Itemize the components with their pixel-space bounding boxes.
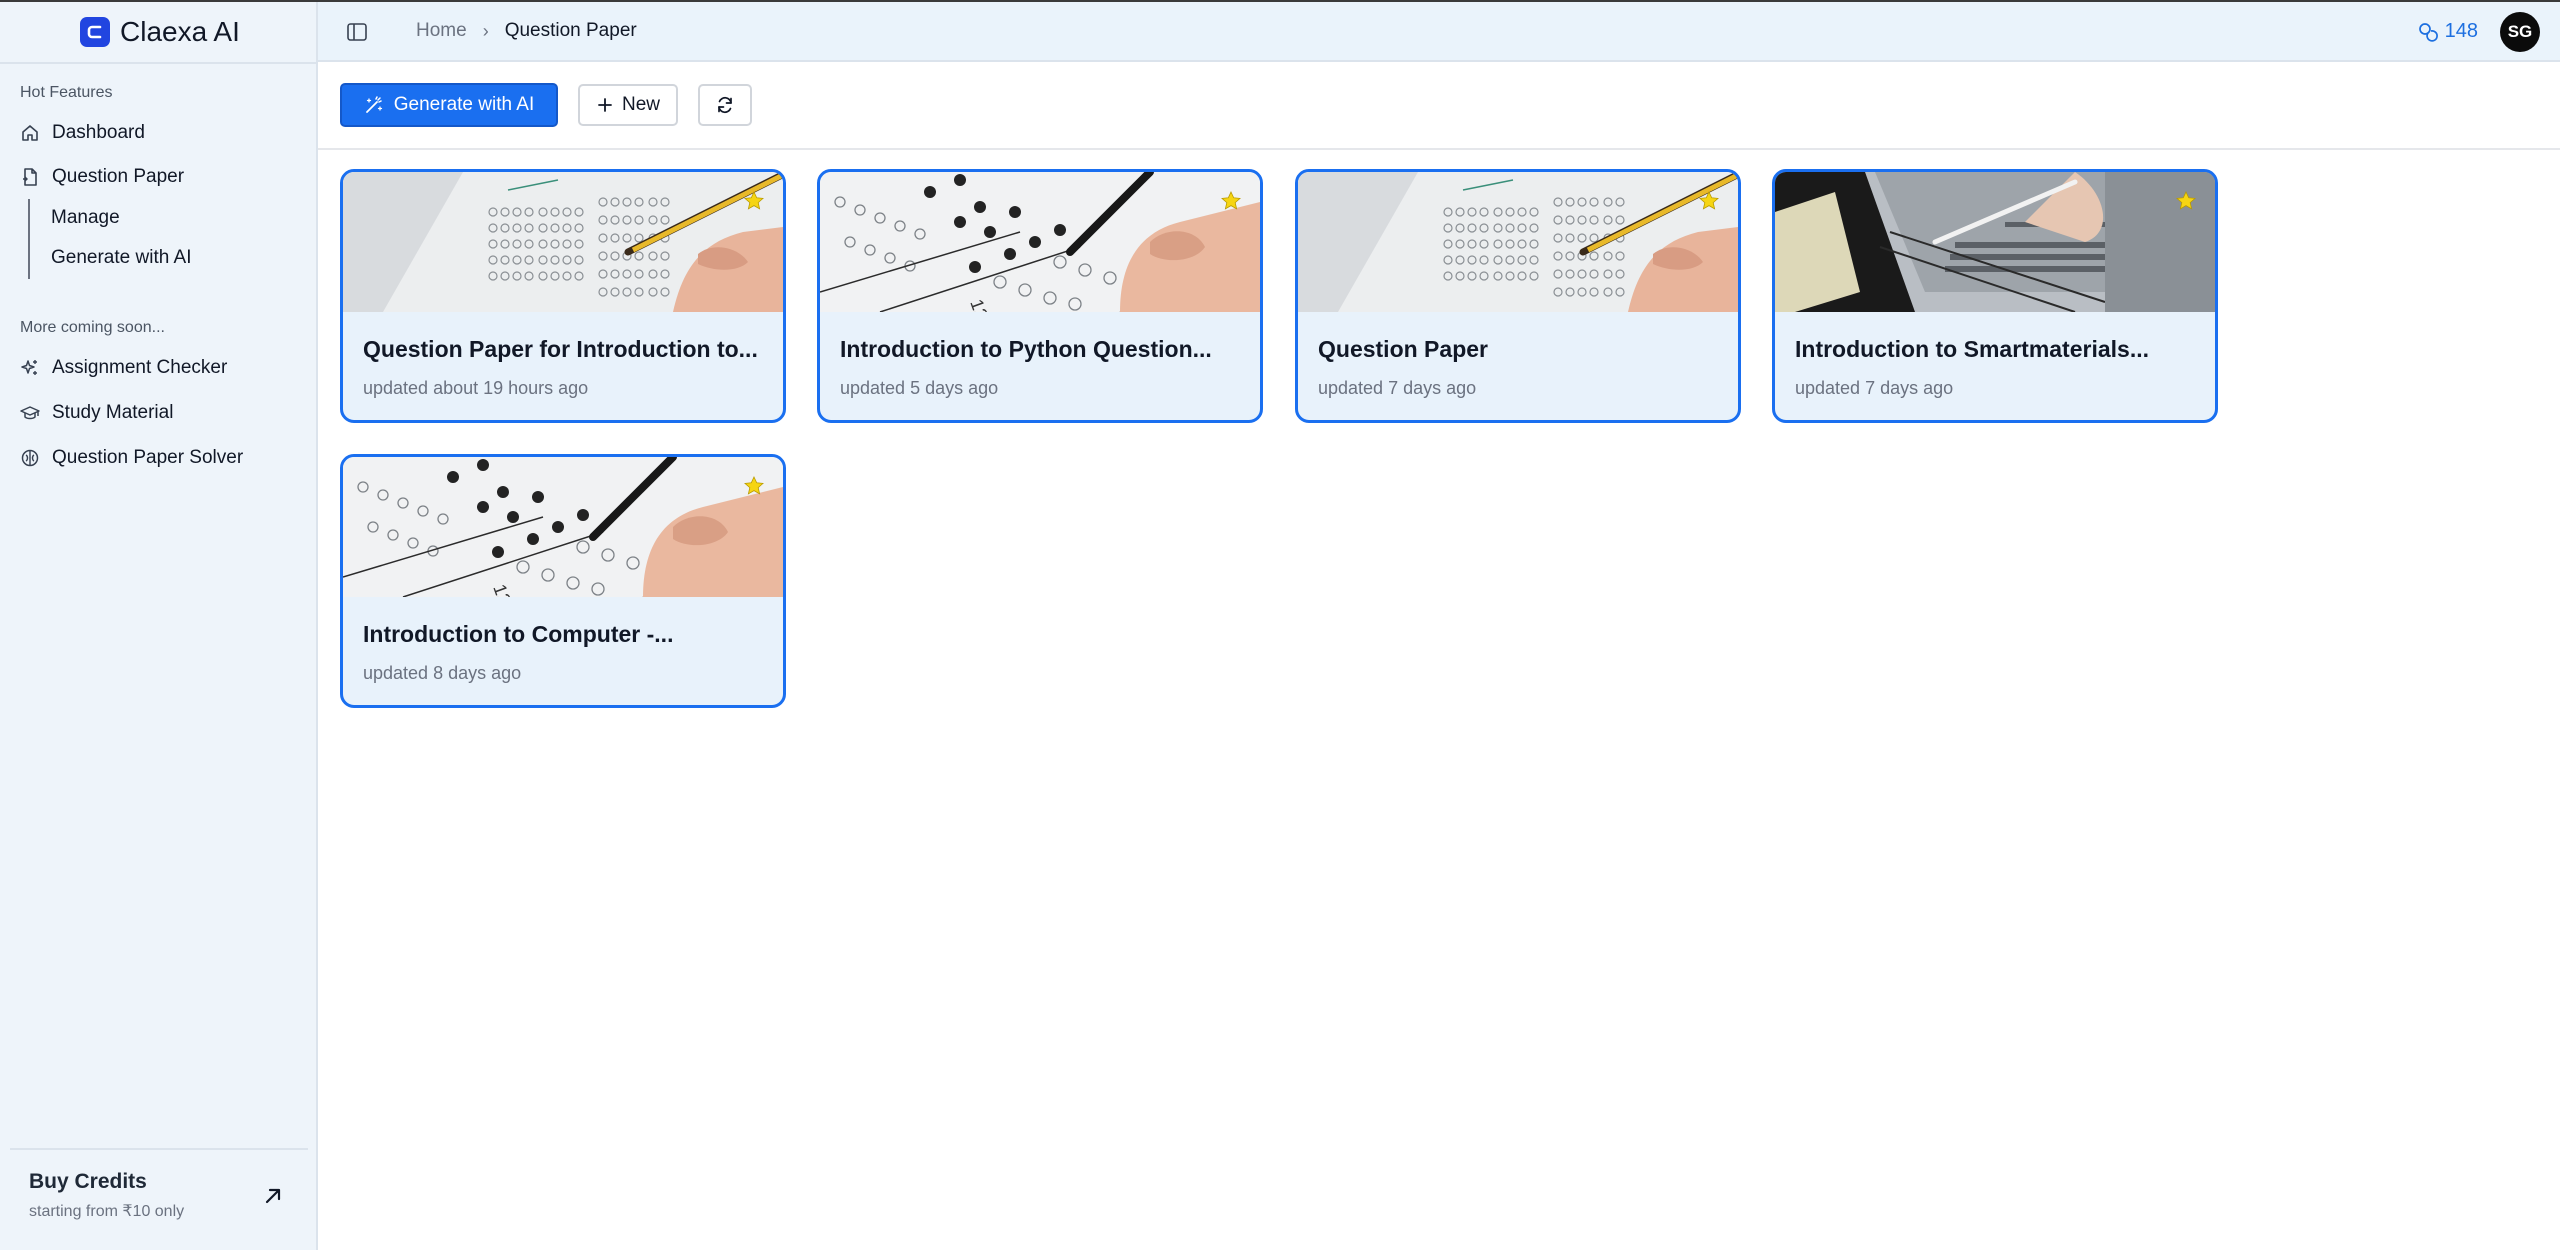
- card-thumbnail-omr-pencil: [343, 172, 783, 312]
- star-icon[interactable]: [1698, 190, 1720, 212]
- credits-value: 148: [2444, 20, 2478, 42]
- top-bar: Home › Question Paper 148 SG: [318, 2, 2560, 62]
- buy-credits-subtitle: starting from ₹10 only: [29, 1203, 185, 1220]
- card-title: Introduction to Python Question...: [840, 336, 1212, 362]
- divider: [318, 148, 2560, 150]
- star-icon[interactable]: [1220, 190, 1242, 212]
- omr-sheet-image: [343, 172, 783, 312]
- divider: [0, 62, 316, 64]
- card-title: Introduction to Computer -...: [363, 621, 674, 647]
- sidebar-toggle-icon[interactable]: [346, 21, 368, 43]
- omr-sheet-image: 12: [343, 457, 783, 597]
- breadcrumb: Home › Question Paper: [416, 20, 637, 42]
- avatar[interactable]: SG: [2500, 12, 2540, 52]
- brand-logo-icon: [80, 17, 110, 47]
- plus-icon: [598, 98, 612, 112]
- breadcrumb-current: Question Paper: [504, 20, 637, 41]
- omr-sheet-image: [1298, 172, 1738, 312]
- card-updated: updated 5 days ago: [840, 378, 999, 398]
- sidebar-item-label: Assignment Checker: [52, 357, 228, 378]
- graduation-cap-icon: [20, 406, 40, 420]
- card-title: Introduction to Smartmaterials...: [1795, 336, 2149, 362]
- omr-sheet-image: [1775, 172, 2215, 312]
- sidebar-item-study-material[interactable]: Study Material: [20, 402, 173, 424]
- brand[interactable]: Claexa AI: [0, 2, 316, 62]
- sidebar-item-label: Question Paper: [52, 166, 185, 187]
- card-updated: updated 7 days ago: [1318, 378, 1477, 398]
- sidebar-item-label: Dashboard: [52, 122, 145, 143]
- home-icon: [22, 125, 38, 141]
- buy-credits-title[interactable]: Buy Credits: [29, 1170, 147, 1194]
- magic-wand-icon: [365, 96, 382, 113]
- sidebar-item-assignment-checker[interactable]: Assignment Checker: [20, 357, 227, 379]
- question-paper-card[interactable]: 12 Introduction to Python Question... up…: [817, 169, 1263, 423]
- star-icon[interactable]: [743, 190, 765, 212]
- card-updated: updated 7 days ago: [1795, 378, 1954, 398]
- sidebar: Claexa AI Hot Features Dashboard Questio…: [0, 2, 318, 1250]
- card-updated: updated 8 days ago: [363, 663, 522, 683]
- card-thumbnail-omr-pencil: [1298, 172, 1738, 312]
- sidebar-item-dashboard[interactable]: Dashboard: [20, 122, 145, 144]
- card-thumbnail-omr-sheet-dark: [1775, 172, 2215, 312]
- breadcrumb-home[interactable]: Home: [416, 20, 467, 42]
- brain-icon: [21, 449, 39, 467]
- sidebar-item-label: Study Material: [52, 402, 174, 423]
- chevron-right-icon: ›: [482, 20, 489, 41]
- sidebar-item-label: Question Paper Solver: [52, 447, 244, 468]
- card-thumbnail-omr-pen: 12: [343, 457, 783, 597]
- submenu-guide-line: [28, 199, 30, 279]
- generate-with-ai-button[interactable]: Generate with AI: [340, 83, 558, 127]
- sidebar-subitem-generate-with-ai[interactable]: Generate with AI: [51, 247, 191, 269]
- sidebar-item-question-paper[interactable]: Question Paper: [20, 166, 184, 188]
- star-icon[interactable]: [2175, 190, 2197, 212]
- sidebar-item-question-paper-solver[interactable]: Question Paper Solver: [20, 447, 243, 469]
- card-title: Question Paper: [1318, 336, 1488, 362]
- sparkles-icon: [21, 360, 37, 375]
- star-icon[interactable]: [743, 475, 765, 497]
- card-updated: updated about 19 hours ago: [363, 378, 589, 398]
- arrow-up-right-icon[interactable]: [262, 1185, 284, 1207]
- card-title: Question Paper for Introduction to...: [363, 336, 758, 362]
- brand-name: Claexa AI: [120, 16, 240, 47]
- new-label: New: [621, 94, 660, 115]
- question-paper-card[interactable]: Question Paper updated 7 days ago: [1295, 169, 1741, 423]
- section-label-more: More coming soon...: [20, 319, 165, 336]
- section-label-hot: Hot Features: [20, 84, 113, 101]
- document-icon: [23, 168, 37, 186]
- generate-with-ai-label: Generate with AI: [393, 94, 535, 115]
- credits-counter[interactable]: 148: [2417, 20, 2478, 43]
- question-paper-card[interactable]: 12 Introduction to Computer -... updated…: [340, 454, 786, 708]
- card-thumbnail-omr-pen: 12: [820, 172, 1260, 312]
- sidebar-subitem-manage[interactable]: Manage: [51, 207, 120, 229]
- omr-sheet-image: 12: [820, 172, 1260, 312]
- new-button[interactable]: New: [578, 84, 678, 126]
- app-root: Claexa AI Hot Features Dashboard Questio…: [0, 0, 2560, 1250]
- coins-icon: [2418, 22, 2438, 42]
- question-paper-card[interactable]: Introduction to Smartmaterials... update…: [1772, 169, 2218, 423]
- refresh-icon: [718, 96, 732, 114]
- refresh-button[interactable]: [698, 84, 752, 126]
- divider: [10, 1148, 308, 1150]
- question-paper-card[interactable]: Question Paper for Introduction to... up…: [340, 169, 786, 423]
